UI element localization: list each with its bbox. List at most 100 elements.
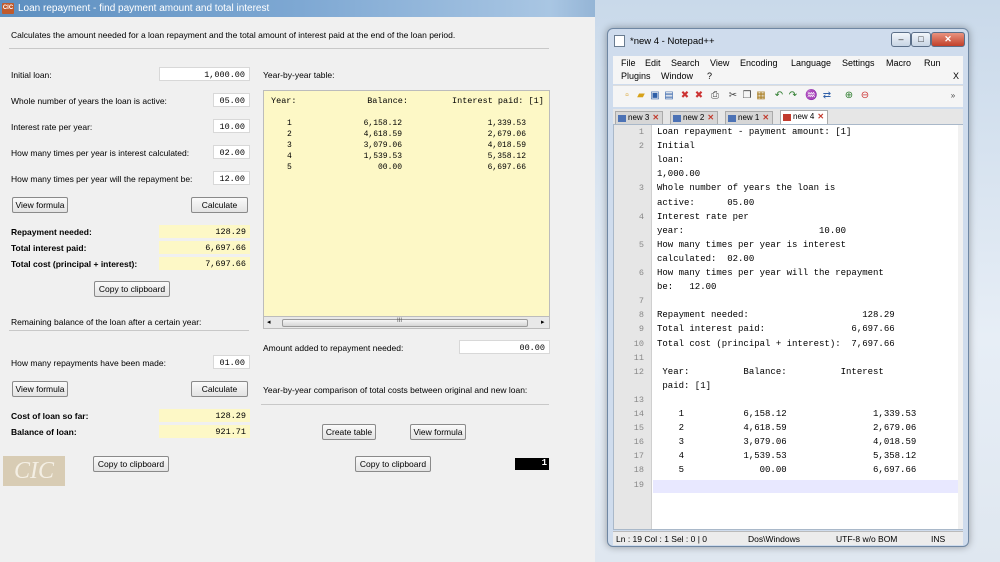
repayment-label: Repayment needed: <box>11 227 92 237</box>
close-all-icon[interactable]: ✖ <box>693 90 705 102</box>
replace-icon[interactable]: ⇄ <box>821 90 833 102</box>
scroll-thumb[interactable]: III <box>282 318 528 327</box>
amount-added-field[interactable]: 00.00 <box>459 340 550 354</box>
tab-new-3[interactable]: new 3 ✕ <box>615 111 664 124</box>
editor-area[interactable]: 1 2 3 4 5 6 7 8 9 10 11 12 13 14 15 16 17 18 19 Loan repay… <box>613 124 963 530</box>
repayments-made-field[interactable]: 01.00 <box>213 355 250 369</box>
undo-icon[interactable]: ↶ <box>773 90 785 102</box>
tab-close-icon[interactable]: ✕ <box>817 111 824 123</box>
years-field[interactable]: 05.00 <box>213 93 250 107</box>
repay-times-field[interactable]: 12.00 <box>213 171 250 185</box>
menu-encoding[interactable]: Encoding <box>740 58 778 68</box>
new-file-icon[interactable]: ▫ <box>621 90 633 102</box>
disk-icon <box>728 115 736 122</box>
cost-so-far-value: 128.29 <box>159 409 250 422</box>
menu-window[interactable]: Window <box>661 71 693 81</box>
tab-new-2[interactable]: new 2 ✕ <box>670 111 719 124</box>
menu-macro[interactable]: Macro <box>886 58 911 68</box>
tab-new-1[interactable]: new 1 ✕ <box>725 111 774 124</box>
zoom-in-icon[interactable]: ⊕ <box>843 90 855 102</box>
tab-close-icon[interactable]: ✕ <box>707 112 714 124</box>
rate-field[interactable]: 10.00 <box>213 119 250 133</box>
line-number: 3 <box>638 183 644 194</box>
loan-calculator-window: CIC Loan repayment - find payment amount… <box>0 0 595 562</box>
paste-icon[interactable]: ▦ <box>755 90 767 102</box>
cell-year: 3 <box>287 141 292 150</box>
tab-new-4[interactable]: new 4 ✕ <box>780 110 829 124</box>
save-all-icon[interactable]: ▤ <box>663 90 675 102</box>
line-number: 11 <box>633 352 644 363</box>
initial-loan-field[interactable]: 1,000.00 <box>159 67 250 81</box>
scroll-left-icon[interactable]: ◂ <box>267 318 271 326</box>
menu-plugins[interactable]: Plugins <box>621 71 651 81</box>
calculate-button-2[interactable]: Calculate <box>191 381 248 397</box>
close-document-icon[interactable]: X <box>953 71 959 81</box>
divider <box>9 330 249 331</box>
line-number: 8 <box>638 310 644 321</box>
disk-icon <box>673 115 681 122</box>
rate-label: Interest rate per year: <box>11 122 93 132</box>
close-file-icon[interactable]: ✖ <box>679 90 691 102</box>
editor-line: Year: Balance: Interest <box>657 366 884 377</box>
print-icon[interactable]: ⎙ <box>709 90 721 102</box>
menu-settings[interactable]: Settings <box>842 58 875 68</box>
minimize-icon[interactable]: – <box>891 32 911 47</box>
header-interest: Interest paid: [1] <box>452 96 544 106</box>
zoom-out-icon[interactable]: ⊖ <box>859 90 871 102</box>
toolbar-overflow-icon[interactable]: » <box>947 90 959 102</box>
line-number: 19 <box>633 479 644 490</box>
line-number: 10 <box>633 338 644 349</box>
initial-loan-label: Initial loan: <box>11 70 52 80</box>
view-formula-button-3[interactable]: View formula <box>410 424 466 440</box>
maximize-icon[interactable]: □ <box>911 32 931 47</box>
editor-line: calculated: 02.00 <box>657 253 755 264</box>
view-formula-button[interactable]: View formula <box>12 197 68 213</box>
tab-close-icon[interactable]: ✕ <box>652 112 659 124</box>
cell-balance: 3,079.06 <box>363 141 402 150</box>
menu-language[interactable]: Language <box>791 58 831 68</box>
redo-icon[interactable]: ↷ <box>787 90 799 102</box>
line-number: 12 <box>633 366 644 377</box>
create-table-button[interactable]: Create table <box>322 424 376 440</box>
encoding: UTF-8 w/o BOM <box>836 534 898 544</box>
copy-clipboard-button-3[interactable]: Copy to clipboard <box>355 456 431 472</box>
editor-line: paid: [1] <box>657 380 712 391</box>
table-counter: 1 <box>515 458 549 470</box>
table-label: Year-by-year table: <box>263 70 335 80</box>
copy-clipboard-button[interactable]: Copy to clipboard <box>94 281 170 297</box>
cell-year: 1 <box>287 119 292 128</box>
menu-file[interactable]: File <box>621 58 636 68</box>
calculate-button[interactable]: Calculate <box>191 197 248 213</box>
copy-clipboard-button-2[interactable]: Copy to clipboard <box>93 456 169 472</box>
menu-run[interactable]: Run <box>924 58 941 68</box>
tab-close-icon[interactable]: ✕ <box>762 112 769 124</box>
editor-line: year: 10.00 <box>657 225 847 236</box>
horizontal-scrollbar[interactable]: ◂ III ▸ <box>263 316 550 329</box>
menu-view[interactable]: View <box>710 58 729 68</box>
cut-icon[interactable]: ✂ <box>727 90 739 102</box>
amount-added-label: Amount added to repayment needed: <box>263 343 404 353</box>
table-row: 3 3,079.06 4,018.59 <box>264 141 551 152</box>
find-icon[interactable]: ♒ <box>805 90 817 102</box>
open-file-icon[interactable]: ▰ <box>635 90 647 102</box>
menu-search[interactable]: Search <box>671 58 700 68</box>
editor-line: How many times per year is interest <box>657 239 847 250</box>
editor-line: be: 12.00 <box>657 282 717 293</box>
calc-times-field[interactable]: 02.00 <box>213 145 250 159</box>
line-number: 18 <box>633 465 644 476</box>
line-number: 5 <box>638 239 644 250</box>
vertical-scrollbar[interactable] <box>958 125 963 529</box>
menu-edit[interactable]: Edit <box>645 58 661 68</box>
menu-bar: File Edit Search View Encoding Language … <box>613 56 963 84</box>
save-icon[interactable]: ▣ <box>649 90 661 102</box>
editor-line: 4 1,539.53 5,358.12 <box>657 451 917 462</box>
copy-icon[interactable]: ❐ <box>741 90 753 102</box>
status-bar: Ln : 19 Col : 1 Sel : 0 | 0 Dos\Windows … <box>613 531 963 545</box>
balance-value: 921.71 <box>159 425 250 438</box>
divider <box>9 48 549 49</box>
menu-help[interactable]: ? <box>707 71 712 81</box>
interest-value: 6,697.66 <box>159 241 250 254</box>
view-formula-button-2[interactable]: View formula <box>12 381 68 397</box>
scroll-right-icon[interactable]: ▸ <box>541 318 545 326</box>
close-icon[interactable]: ✕ <box>931 32 965 47</box>
